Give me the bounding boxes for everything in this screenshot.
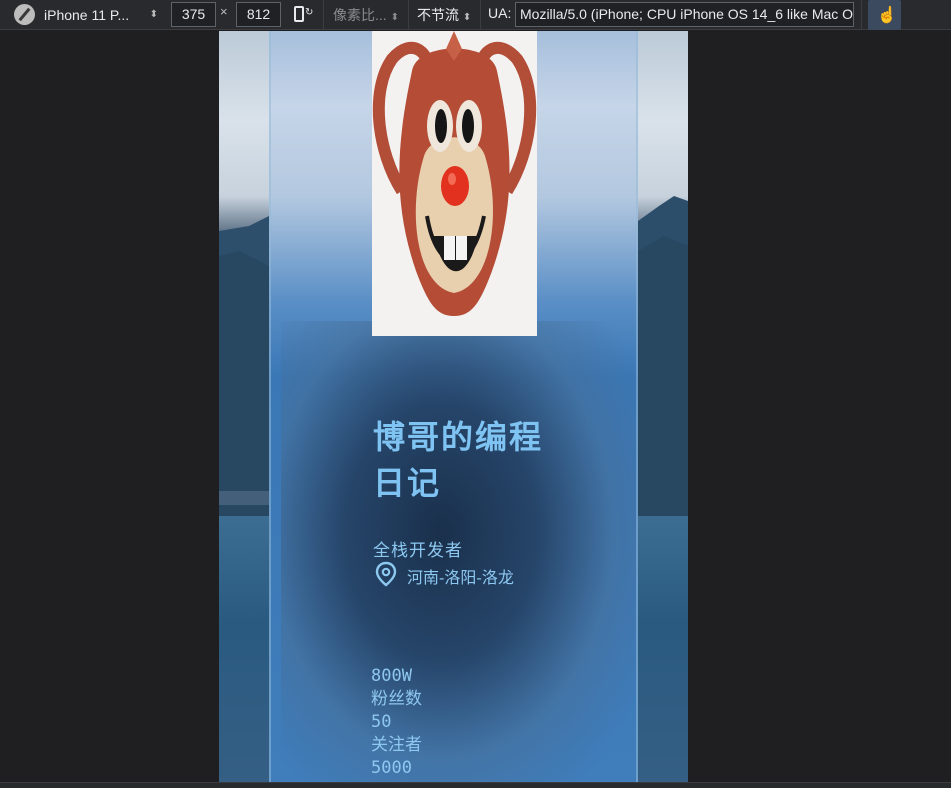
chevron-updown-icon: ⬍ [462, 12, 472, 23]
profile-card: 博哥的编程日记 全栈开发者 河南-洛阳-洛龙 800W 粉丝数 50 关注者 5… [269, 31, 638, 782]
chevron-updown-icon: ⬍ [149, 9, 158, 20]
width-input[interactable]: 375 [171, 2, 216, 27]
throttle-label: 不节流 [417, 7, 459, 23]
times-symbol: × [220, 4, 228, 19]
user-agent-input[interactable]: Mozilla/5.0 (iPhone; CPU iPhone OS 14_6 … [515, 2, 854, 27]
stat-followers-label: 粉丝数 [371, 689, 422, 709]
stat-following-value: 50 [371, 712, 392, 732]
ua-label: UA: [488, 5, 512, 21]
avatar-image [372, 31, 537, 336]
device-select[interactable]: iPhone 11 P... ⬍ [44, 5, 162, 25]
device-toolbar: iPhone 11 P... ⬍ 375 × 812 ↻ 像素比... ⬍ 不节… [0, 0, 951, 30]
throttle-select[interactable]: 不节流 ⬍ [417, 5, 471, 25]
device-select-label: iPhone 11 P... [44, 7, 130, 23]
stat-following-label: 关注者 [371, 735, 422, 755]
location-pin-icon [375, 561, 397, 587]
pointer-hand-icon: ☝ [877, 7, 897, 24]
chevron-updown-icon: ⬍ [390, 12, 399, 23]
profile-location-text: 河南-洛阳-洛龙 [407, 568, 514, 587]
profile-location: 河南-洛阳-洛龙 [373, 561, 543, 590]
stat-third-value: 5000 [371, 758, 412, 778]
bottom-edge [0, 782, 951, 788]
stat-followers-value: 800W [371, 666, 412, 686]
touch-toggle-button[interactable]: ☝ [868, 0, 901, 30]
rotate-icon[interactable]: ↻ [292, 4, 314, 26]
compass-icon[interactable] [14, 4, 35, 25]
page-title: 博哥的编程日记 [373, 418, 544, 502]
pixel-ratio-select[interactable]: 像素比... ⬍ [333, 5, 399, 25]
profile-stats: 800W 粉丝数 50 关注者 5000 [371, 665, 422, 780]
pixel-ratio-label: 像素比... [333, 7, 387, 23]
profile-role: 全栈开发者 [373, 541, 463, 561]
device-viewport: 博哥的编程日记 全栈开发者 河南-洛阳-洛龙 800W 粉丝数 50 关注者 5… [219, 31, 688, 782]
height-input[interactable]: 812 [236, 2, 281, 27]
